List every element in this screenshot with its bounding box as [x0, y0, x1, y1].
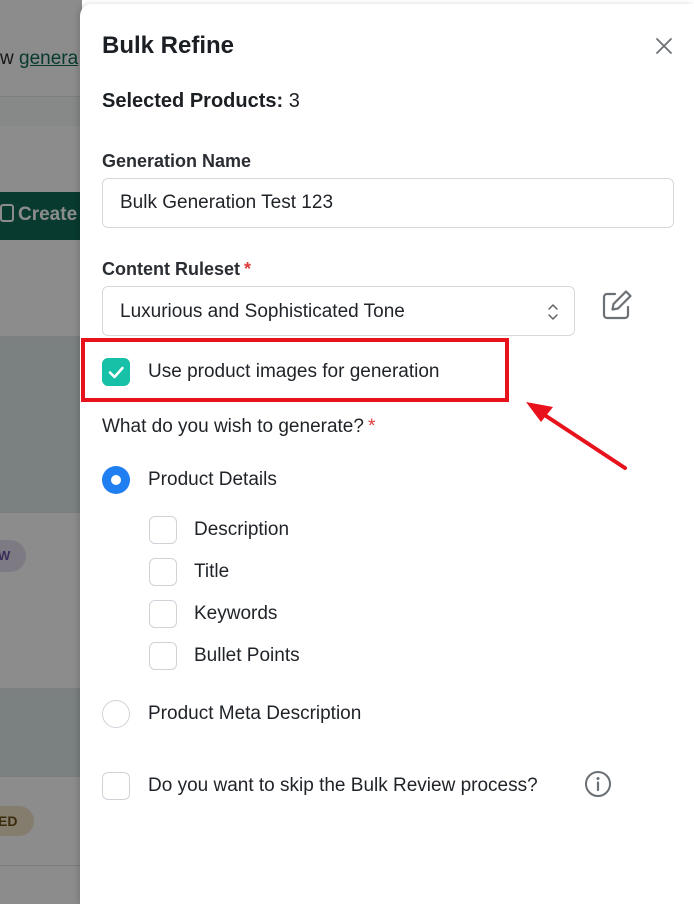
required-mark: *: [244, 259, 252, 279]
meta-description-radio[interactable]: [102, 700, 130, 728]
drawer-title: Bulk Refine: [102, 32, 235, 59]
skip-review-label: Do you want to skip the Bulk Review proc…: [148, 775, 538, 796]
background-page: w genera Create W ED: [0, 0, 82, 904]
description-checkbox[interactable]: [149, 516, 177, 544]
description-label: Description: [194, 519, 290, 540]
bullet-points-label: Bullet Points: [194, 645, 300, 666]
generate-question-label: What do you wish to generate? *: [102, 416, 376, 437]
select-arrows-icon: [548, 304, 558, 320]
title-label: Title: [194, 561, 230, 582]
use-images-checkbox[interactable]: [102, 358, 130, 386]
selected-products: Selected Products: 3: [102, 90, 300, 112]
use-images-label: Use product images for generation: [148, 361, 440, 382]
keywords-label: Keywords: [194, 603, 278, 624]
title-checkbox[interactable]: [149, 558, 177, 586]
info-icon[interactable]: [584, 770, 612, 798]
required-mark: *: [367, 416, 376, 437]
skip-review-checkbox[interactable]: [102, 772, 130, 800]
selected-count: 3: [288, 90, 300, 112]
generation-name-label: Generation Name: [102, 151, 252, 171]
content-ruleset-select[interactable]: Luxurious and Sophisticated Tone: [102, 286, 575, 336]
product-details-label: Product Details: [148, 469, 277, 490]
generation-name-input[interactable]: [102, 178, 674, 228]
close-icon[interactable]: [654, 36, 674, 56]
check-icon: [108, 366, 124, 379]
bullet-points-checkbox[interactable]: [149, 642, 177, 670]
content-ruleset-label: Content Ruleset *: [102, 259, 252, 279]
edit-icon[interactable]: [600, 288, 634, 322]
modal-overlay[interactable]: [0, 0, 82, 904]
bulk-refine-drawer: Bulk Refine Selected Products: 3 Generat…: [80, 4, 694, 904]
meta-description-label: Product Meta Description: [148, 703, 362, 724]
keywords-checkbox[interactable]: [149, 600, 177, 628]
product-details-radio[interactable]: [102, 466, 130, 494]
content-ruleset-value: Luxurious and Sophisticated Tone: [120, 301, 405, 322]
